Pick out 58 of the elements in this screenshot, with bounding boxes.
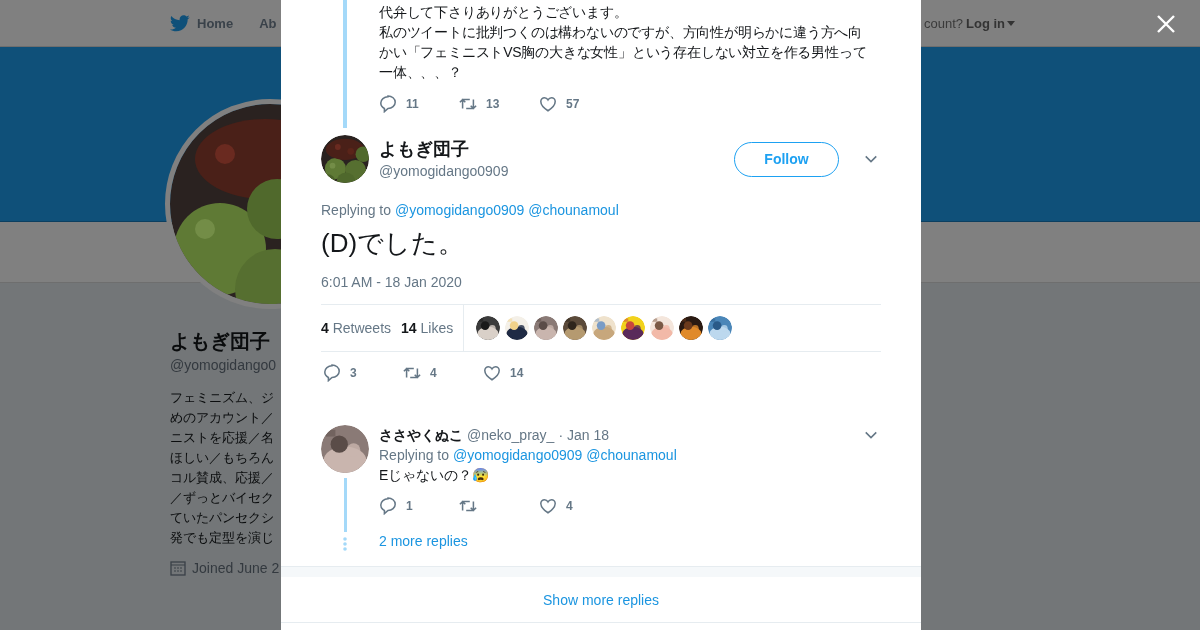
retweets-link[interactable]: 4 Retweets xyxy=(321,320,392,336)
follow-button[interactable]: Follow xyxy=(734,141,839,177)
nav-link[interactable]: Home xyxy=(170,14,234,32)
thread-dots-icon xyxy=(343,537,347,551)
mention-link[interactable]: @chounamoul xyxy=(528,202,619,218)
tweet-timestamp: 6:01 AM - 18 Jan 2020 xyxy=(320,273,463,292)
user-handle: @yomogidango0909 xyxy=(379,162,510,181)
account-prompt: count? xyxy=(923,15,963,31)
tweet-text-line: 一体、、、？ xyxy=(379,63,463,82)
replying-label: Replying to xyxy=(379,447,450,463)
nav-link[interactable]: Ab xyxy=(259,15,277,31)
more-replies-link[interactable]: 2 more replies xyxy=(379,531,468,551)
like-button[interactable]: 14 xyxy=(483,362,563,384)
tweet-text-line: 私のツイートに批判つくのは構わないのですが、方向性が明らかに違う方へ向 xyxy=(379,23,863,42)
profile-bio-line: ニストを応援／名 xyxy=(170,429,275,447)
profile-bio-line: ていたパンセクシ xyxy=(170,509,275,527)
speech-bubble-icon xyxy=(323,364,341,382)
tweet-date: Jan 18 xyxy=(567,426,610,445)
profile-bio-line: ほしい／もちろん xyxy=(170,449,275,467)
reply-button[interactable]: 1 xyxy=(379,495,459,517)
login-link[interactable]: Log in xyxy=(966,15,1015,31)
separator-dot: · xyxy=(558,426,564,445)
show-more-replies-link[interactable]: Show more replies xyxy=(543,591,659,608)
joined-date: Joined June 2 xyxy=(192,560,280,576)
tweet-text-line: かい「フェミニストVS胸の大きな女性」という存在しない対立を作る男性って xyxy=(379,43,868,62)
reply-button[interactable]: 3 xyxy=(323,362,403,384)
speech-bubble-icon xyxy=(379,95,397,113)
profile-name: よもぎ団子 xyxy=(170,329,271,354)
profile-handle: @yomogidango0 xyxy=(170,356,278,375)
heart-icon xyxy=(539,497,557,515)
profile-bio-line: ／ずっとバイセク xyxy=(170,489,275,507)
heart-icon xyxy=(539,95,557,113)
profile-bio-line: コル賛成、応援／ xyxy=(170,469,275,487)
close-icon xyxy=(1156,14,1176,34)
user-name: よもぎ団子 xyxy=(379,138,470,161)
profile-bio-line: めのアカウント／ xyxy=(170,409,275,427)
user-handle: @neko_pray_ xyxy=(467,426,555,445)
tweet-text-line: 代弁して下さりありがとうございます。 xyxy=(379,3,629,22)
tweet-text: Eじゃないの？😰 xyxy=(379,466,491,485)
reply-button[interactable]: 11 xyxy=(379,93,459,115)
replying-label: Replying to xyxy=(321,202,392,218)
mention-link[interactable]: @yomogidango0909 xyxy=(452,447,583,463)
caret-icon xyxy=(1007,20,1015,26)
like-button[interactable]: 4 xyxy=(539,495,619,517)
mention-link[interactable]: @chounamoul xyxy=(586,447,677,463)
profile-bio-line: フェミニズム、ジ xyxy=(170,389,275,407)
likes-link[interactable]: 14 Likes xyxy=(401,320,454,336)
like-button[interactable]: 57 xyxy=(539,93,619,115)
retweet-button[interactable]: 4 xyxy=(403,362,483,384)
calendar-icon xyxy=(170,560,186,576)
retweet-button[interactable]: 13 xyxy=(459,93,539,115)
bird-icon xyxy=(170,14,190,32)
user-name: ささやくぬこ xyxy=(379,426,463,445)
profile-bio-line: 発でも定型を演じ xyxy=(170,529,275,547)
heart-icon xyxy=(483,364,501,382)
speech-bubble-icon xyxy=(379,497,397,515)
tweet-text: (D)でした。 xyxy=(320,227,466,259)
mention-link[interactable]: @yomogidango0909 xyxy=(394,202,525,218)
